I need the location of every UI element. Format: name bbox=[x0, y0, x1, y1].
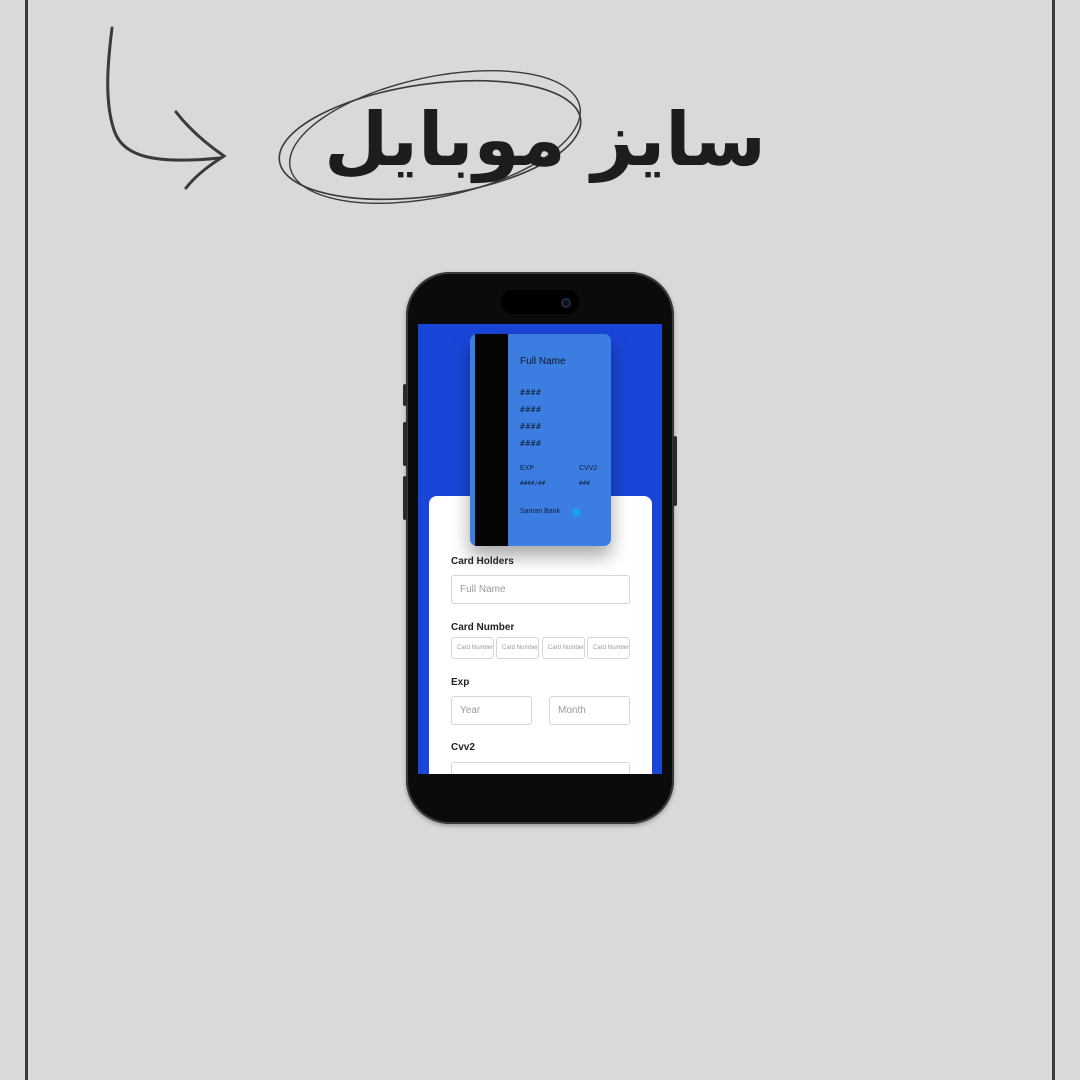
card-cvv-value: ### bbox=[579, 480, 590, 487]
page-heading: سایز موبایل bbox=[270, 55, 790, 225]
camera-icon bbox=[561, 298, 571, 308]
exp-label: Exp bbox=[451, 677, 470, 688]
phone-screen: Full Name #### #### #### #### EXP CVV2 #… bbox=[418, 324, 662, 774]
card-number-input-1[interactable]: Card Number bbox=[451, 637, 494, 659]
right-frame-line bbox=[1052, 0, 1055, 1080]
bank-logo-icon bbox=[572, 508, 581, 517]
card-number-group: #### bbox=[520, 422, 542, 431]
card-number-input-2[interactable]: Card Number bbox=[496, 637, 539, 659]
card-number-groups: #### #### #### #### bbox=[520, 384, 541, 452]
card-number-input-4[interactable]: Card Number bbox=[587, 637, 630, 659]
card-holders-label: Card Holders bbox=[451, 556, 514, 567]
year-input[interactable]: Year bbox=[451, 696, 532, 725]
magnetic-strip bbox=[475, 334, 508, 546]
left-frame-line bbox=[25, 0, 28, 1080]
action-button bbox=[403, 384, 407, 406]
card-exp-value: ####/## bbox=[520, 480, 546, 487]
heading-text: سایز موبایل bbox=[324, 97, 767, 183]
bank-name: Saman Bank bbox=[520, 508, 561, 515]
card-number-label: Card Number bbox=[451, 622, 515, 631]
cvv2-label: Cvv2 bbox=[451, 742, 475, 753]
power-button bbox=[673, 436, 677, 506]
card-number-group: #### bbox=[520, 439, 542, 448]
cvv2-input[interactable] bbox=[451, 762, 630, 774]
credit-card-preview: Full Name #### #### #### #### EXP CVV2 #… bbox=[470, 334, 611, 546]
card-number-group: #### bbox=[520, 388, 542, 397]
card-holder-name: Full Name bbox=[520, 356, 566, 367]
volume-down-button bbox=[403, 476, 407, 520]
phone-mockup: Full Name #### #### #### #### EXP CVV2 #… bbox=[403, 272, 677, 824]
full-name-input[interactable]: Full Name bbox=[451, 575, 630, 604]
card-cvv-label: CVV2 bbox=[579, 465, 598, 472]
month-input[interactable]: Month bbox=[549, 696, 630, 725]
card-number-group: #### bbox=[520, 405, 542, 414]
card-number-input-3[interactable]: Card Number bbox=[542, 637, 585, 659]
curved-arrow-icon bbox=[106, 26, 227, 190]
volume-up-button bbox=[403, 422, 407, 466]
card-exp-label: EXP bbox=[520, 465, 535, 472]
